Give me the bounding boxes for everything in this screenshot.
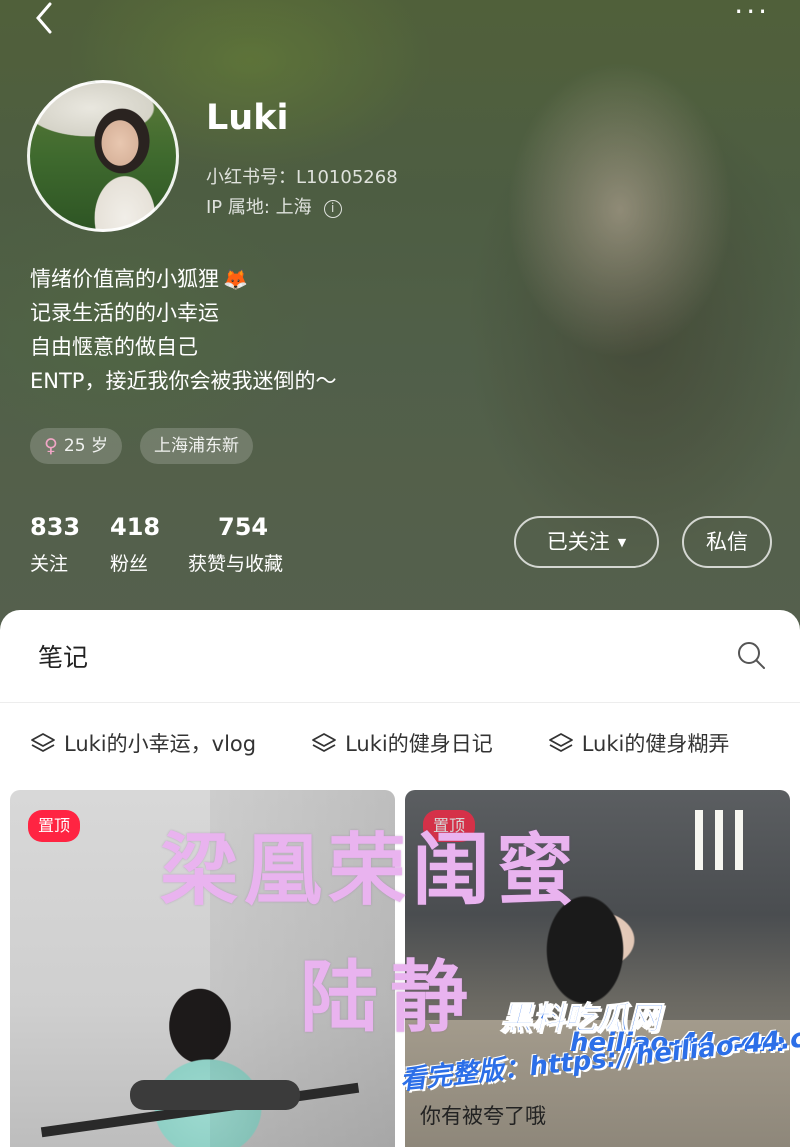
more-button[interactable]: ···	[734, 0, 770, 26]
bio: 情绪价值高的小狐狸 🦊 记录生活的的小幸运 自由惬意的做自己 ENTP，接近我你会…	[30, 262, 336, 398]
note-caption[interactable]: 你有被夸了哦	[420, 1100, 546, 1130]
card-image-light	[735, 810, 743, 870]
overlay-title: 梁凰荣闺蜜	[160, 826, 581, 916]
avatar[interactable]	[27, 80, 179, 232]
collection-item[interactable]: Luki的小幸运，vlog	[30, 728, 256, 758]
profile-stats: 833 关注 418 粉丝 754 获赞与收藏	[30, 512, 328, 576]
age-tag: ♀ 25 岁	[30, 428, 122, 464]
layers-icon	[31, 733, 55, 752]
stat-likes-collects[interactable]: 754 获赞与收藏	[188, 512, 328, 576]
layers-icon	[312, 733, 336, 752]
tab-notes[interactable]: 笔记	[38, 638, 88, 674]
overlay-subtitle: 陆静	[300, 953, 481, 1043]
bio-line-1: 情绪价值高的小狐狸 🦊	[30, 262, 336, 296]
stat-followers[interactable]: 418 粉丝	[110, 512, 188, 576]
username: Luki	[206, 98, 289, 138]
ip-location: IP 属地: 上海	[206, 197, 312, 218]
fox-emoji-icon: 🦊	[223, 267, 248, 291]
location-tag: 上海浦东新	[139, 428, 253, 464]
user-id: 小红书号：L10105268	[206, 167, 398, 188]
collection-item[interactable]: Luki的健身糊弄	[548, 728, 729, 758]
search-icon[interactable]	[736, 640, 766, 670]
bio-line-4: ENTP，接近我你会被我迷倒的～	[30, 369, 337, 393]
bio-line-2: 记录生活的的小幸运	[30, 301, 219, 325]
bio-line-3: 自由惬意的做自己	[30, 335, 198, 359]
follow-button[interactable]: 已关注 ▼	[514, 516, 659, 568]
message-button[interactable]: 私信	[682, 516, 772, 568]
stat-following[interactable]: 833 关注	[30, 512, 110, 576]
collection-list: Luki的小幸运，vlog Luki的健身日记 Luki的健身糊弄	[30, 728, 784, 758]
pinned-badge: 置顶	[28, 810, 81, 842]
card-image-machine	[130, 1080, 300, 1110]
ip-location-row: IP 属地: 上海 i	[206, 193, 342, 219]
profile-header: ··· Luki 小红书号：L10105268 IP 属地: 上海 i 情绪价值高…	[0, 0, 800, 640]
profile-tags: ♀ 25 岁 上海浦东新	[30, 428, 253, 464]
chevron-left-icon	[36, 2, 52, 34]
caret-down-icon: ▼	[617, 536, 627, 549]
more-horizontal-icon: ···	[734, 0, 770, 28]
female-icon: ♀	[44, 435, 58, 457]
info-icon[interactable]: i	[323, 200, 342, 218]
layers-icon	[548, 733, 573, 752]
collection-item[interactable]: Luki的健身日记	[311, 728, 493, 758]
card-image-light	[695, 810, 703, 870]
divider	[0, 702, 800, 703]
back-button[interactable]	[32, 0, 68, 36]
card-image-light	[715, 810, 723, 870]
